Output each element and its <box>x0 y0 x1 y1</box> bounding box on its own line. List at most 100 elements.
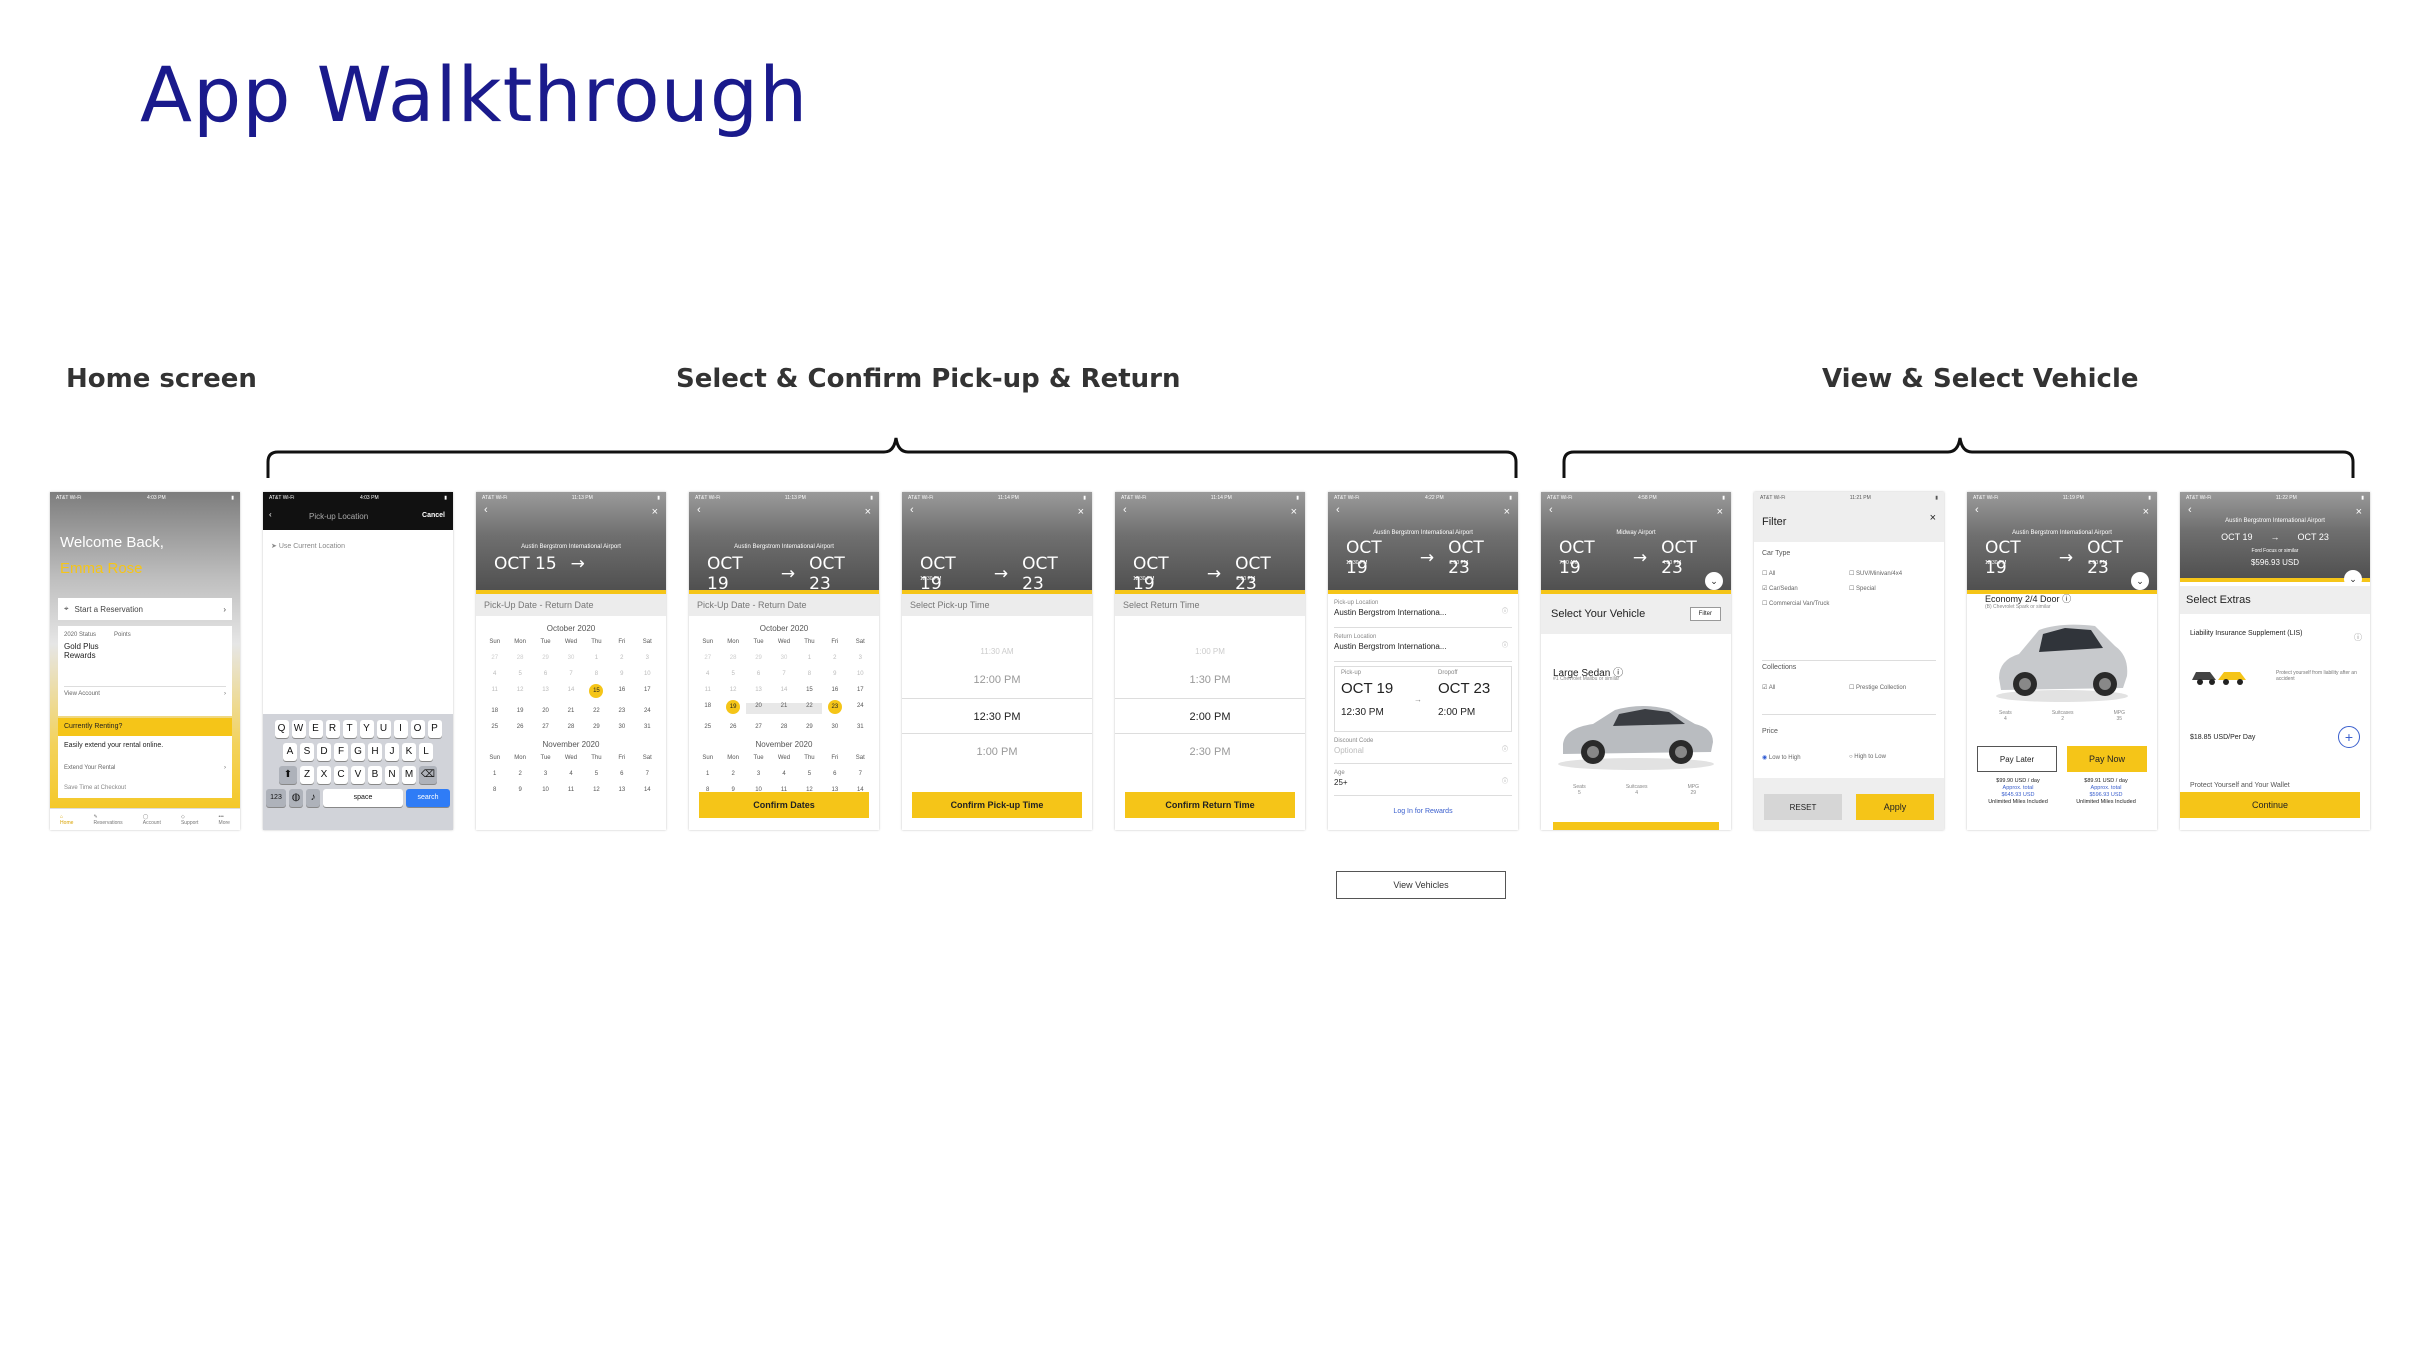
calendar-day[interactable]: 24 <box>848 703 873 714</box>
back-icon[interactable]: ‹ <box>1549 504 1553 516</box>
option-suv[interactable]: ☐ SUV/Minivan/4x4 <box>1849 570 1936 577</box>
numbers-key[interactable]: 123 <box>266 789 286 807</box>
confirm-return-time-button[interactable]: Confirm Return Time <box>1125 792 1295 818</box>
key[interactable]: C <box>334 766 348 784</box>
calendar-day[interactable]: 28 <box>558 724 583 730</box>
calendar-day[interactable]: 11 <box>482 687 507 698</box>
close-icon[interactable]: × <box>1504 506 1510 518</box>
price-low-high[interactable]: ◉ Low to High <box>1762 754 1849 761</box>
time-option[interactable]: 11:30 AM <box>902 642 1092 662</box>
key[interactable]: H <box>368 743 382 761</box>
key[interactable]: R <box>325 720 340 738</box>
cancel-button[interactable]: Cancel <box>422 512 445 519</box>
calendar-day[interactable]: 26 <box>507 724 532 730</box>
calendar-day[interactable]: 29 <box>533 655 558 661</box>
select-bar[interactable] <box>1553 822 1719 830</box>
time-option[interactable]: 1:30 PM <box>1115 662 1305 698</box>
calendar-day[interactable]: 4 <box>695 671 720 677</box>
back-icon[interactable]: ‹ <box>1123 504 1127 516</box>
calendar-day[interactable]: 21 <box>558 708 583 714</box>
key[interactable]: P <box>427 720 442 738</box>
close-icon[interactable]: × <box>652 506 658 518</box>
calendar-day[interactable]: 12 <box>507 687 532 698</box>
price-high-low[interactable]: ○ High to Low <box>1849 754 1936 761</box>
back-icon[interactable]: ‹ <box>484 504 488 516</box>
calendar-day[interactable]: 28 <box>720 655 745 661</box>
calendar-day[interactable]: 30 <box>822 724 847 730</box>
mic-icon[interactable]: ♪ <box>306 789 320 807</box>
pay-now-button[interactable]: Pay Now <box>2067 746 2147 772</box>
nav-support[interactable]: ◇ Support <box>181 814 199 826</box>
confirm-dates-button[interactable]: Confirm Dates <box>699 792 869 818</box>
info-icon[interactable]: ⓘ <box>1502 640 1508 649</box>
time-option[interactable]: 1:00 PM <box>902 734 1092 770</box>
pay-later-button[interactable]: Pay Later <box>1977 746 2057 772</box>
calendar-day[interactable]: 4 <box>482 671 507 677</box>
key[interactable]: S <box>300 743 314 761</box>
calendar-day[interactable]: 11 <box>695 687 720 693</box>
apply-button[interactable]: Apply <box>1856 794 1934 820</box>
key[interactable]: G <box>351 743 365 761</box>
close-icon[interactable]: × <box>1717 506 1723 518</box>
calendar-day[interactable]: 6 <box>533 671 558 677</box>
back-icon[interactable]: ‹ <box>697 504 701 516</box>
back-icon[interactable]: ‹ <box>2188 504 2192 516</box>
nav-more[interactable]: ••• More <box>219 814 230 826</box>
info-icon[interactable]: ⓘ <box>2354 632 2362 643</box>
calendar-day[interactable]: 10 <box>848 671 873 677</box>
continue-button[interactable]: Continue <box>2180 792 2360 818</box>
globe-icon[interactable]: ◍ <box>289 789 303 807</box>
close-icon[interactable]: × <box>1078 506 1084 518</box>
time-option[interactable]: 12:00 PM <box>902 662 1092 698</box>
key[interactable]: X <box>317 766 331 784</box>
key[interactable]: U <box>376 720 391 738</box>
key[interactable]: K <box>402 743 416 761</box>
time-picker[interactable]: 11:30 AM 12:00 PM 12:30 PM 1:00 PM <box>902 642 1092 770</box>
key[interactable]: Y <box>359 720 374 738</box>
calendar-day[interactable]: 29 <box>584 724 609 730</box>
calendar-day[interactable]: 27 <box>482 655 507 661</box>
key[interactable]: Q <box>274 720 289 738</box>
calendar-day[interactable]: 29 <box>746 655 771 661</box>
close-icon[interactable]: × <box>1291 506 1297 518</box>
option-special[interactable]: ☐ Special <box>1849 585 1936 592</box>
nav-home[interactable]: ⌂ Home <box>60 814 73 826</box>
extend-rental-link[interactable]: Extend Your Rental › <box>64 765 226 771</box>
delete-key[interactable]: ⌫ <box>419 766 437 784</box>
filter-button[interactable]: Filter <box>1689 607 1721 621</box>
key[interactable]: N <box>385 766 399 784</box>
view-vehicles-button[interactable]: View Vehicles <box>1336 871 1506 899</box>
calendar-day[interactable]: 25 <box>482 724 507 730</box>
login-rewards-link[interactable]: Log In for Rewards <box>1328 808 1518 815</box>
calendar-day[interactable]: 14 <box>558 687 583 698</box>
search-key[interactable]: search <box>406 789 450 807</box>
time-option[interactable]: 2:30 PM <box>1115 734 1305 770</box>
calendar-day[interactable]: 25 <box>695 724 720 730</box>
key[interactable]: A <box>283 743 297 761</box>
info-icon[interactable]: ⓘ <box>1502 776 1508 785</box>
calendar-day[interactable]: 20 <box>745 703 772 714</box>
calendar-day[interactable]: 30 <box>609 724 634 730</box>
key[interactable]: J <box>385 743 399 761</box>
calendar-day[interactable]: 1 <box>797 655 822 661</box>
calendar-day[interactable]: 22 <box>584 708 609 714</box>
time-option-selected[interactable]: 12:30 PM <box>902 698 1092 734</box>
calendar-day[interactable]: 26 <box>720 724 745 730</box>
discount-code-field[interactable]: Discount Code Optional ⓘ <box>1334 736 1512 764</box>
return-location-field[interactable]: Return Location Austin Bergstrom Internat… <box>1334 632 1512 662</box>
chevron-down-icon[interactable]: ⌄ <box>1705 572 1723 590</box>
reset-button[interactable]: RESET <box>1764 794 1842 820</box>
calendar-day[interactable]: 1 <box>584 655 609 661</box>
calendar-day[interactable]: 3 <box>635 655 660 661</box>
calendar-day[interactable]: 18 <box>482 708 507 714</box>
nav-reservations[interactable]: ✎ Reservations <box>93 814 122 826</box>
space-key[interactable]: space <box>323 789 403 807</box>
calendar-day[interactable]: 27 <box>533 724 558 730</box>
calendar-day[interactable]: 8 <box>584 671 609 677</box>
collection-all[interactable]: ☑ All <box>1762 684 1849 691</box>
calendar-day[interactable]: 23 <box>822 700 847 714</box>
time-picker[interactable]: 1:00 PM 1:30 PM 2:00 PM 2:30 PM <box>1115 642 1305 770</box>
option-all[interactable]: ☐ All <box>1762 570 1849 577</box>
calendar-day[interactable]: 15 <box>584 684 609 698</box>
key[interactable]: I <box>393 720 408 738</box>
